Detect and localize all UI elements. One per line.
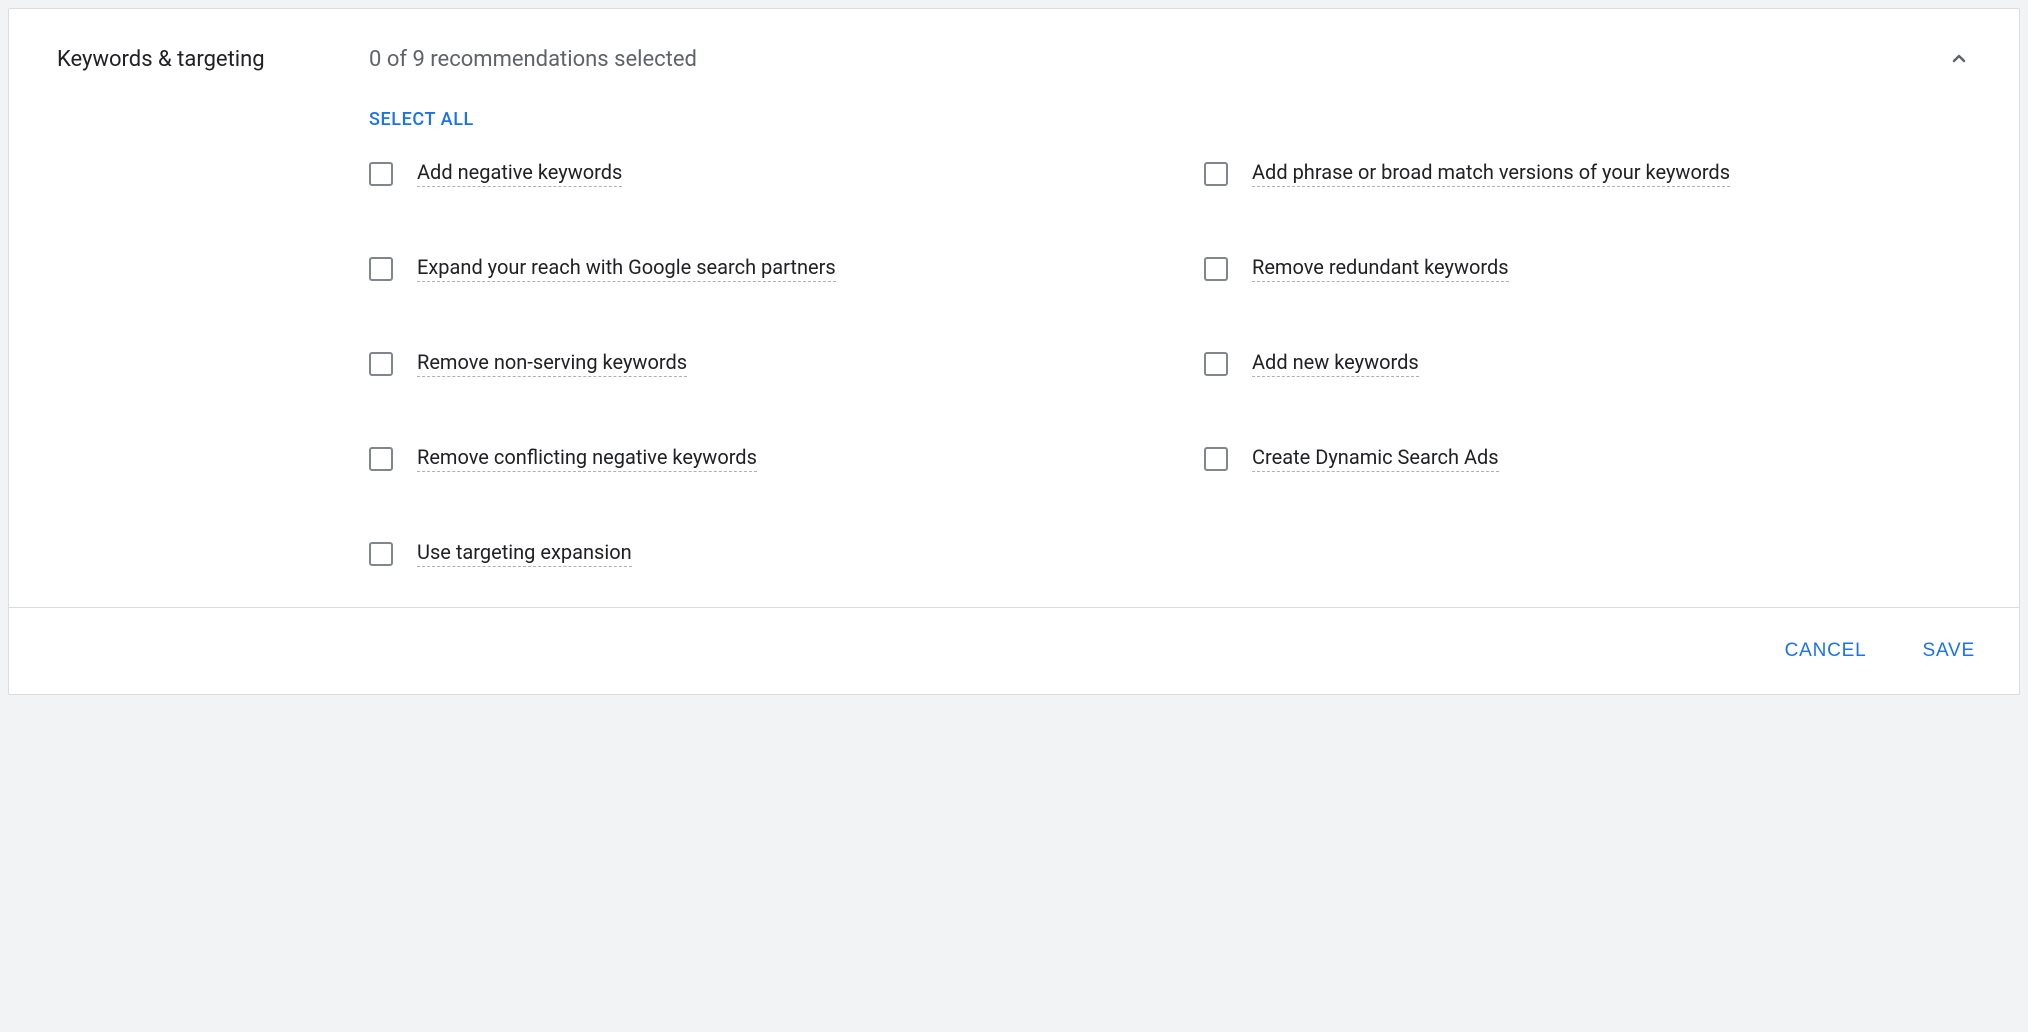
panel-header: Keywords & targeting 0 of 9 recommendati…	[9, 9, 2019, 99]
panel-footer: CANCEL SAVE	[9, 607, 2019, 694]
recommendation-item: Create Dynamic Search Ads	[1204, 445, 1979, 472]
recommendation-item: Expand your reach with Google search par…	[369, 255, 1144, 282]
recommendation-label[interactable]: Add new keywords	[1252, 350, 1419, 377]
recommendation-label[interactable]: Use targeting expansion	[417, 540, 632, 567]
section-title: Keywords & targeting	[57, 47, 369, 72]
recommendation-checkbox[interactable]	[1204, 352, 1228, 376]
recommendation-item: Use targeting expansion	[369, 540, 1144, 567]
selection-count-text: 0 of 9 recommendations selected	[369, 47, 1939, 72]
recommendation-label[interactable]: Remove conflicting negative keywords	[417, 445, 757, 472]
recommendation-checkbox[interactable]	[369, 352, 393, 376]
recommendation-checkbox[interactable]	[369, 447, 393, 471]
recommendation-label[interactable]: Expand your reach with Google search par…	[417, 255, 836, 282]
recommendation-checkbox[interactable]	[1204, 257, 1228, 281]
recommendation-checkbox[interactable]	[369, 257, 393, 281]
recommendation-item: Remove redundant keywords	[1204, 255, 1979, 282]
recommendation-item: Remove conflicting negative keywords	[369, 445, 1144, 472]
select-all-button[interactable]: SELECT ALL	[369, 99, 474, 160]
recommendation-checkbox[interactable]	[1204, 162, 1228, 186]
chevron-up-icon	[1947, 47, 1971, 71]
recommendation-label[interactable]: Create Dynamic Search Ads	[1252, 445, 1499, 472]
recommendation-label[interactable]: Remove redundant keywords	[1252, 255, 1509, 282]
recommendation-label[interactable]: Remove non-serving keywords	[417, 350, 687, 377]
recommendation-item: Remove non-serving keywords	[369, 350, 1144, 377]
recommendation-item: Add negative keywords	[369, 160, 1144, 187]
panel-content: SELECT ALL Add negative keywords Add phr…	[9, 99, 2019, 607]
cancel-button[interactable]: CANCEL	[1781, 632, 1871, 670]
recommendation-checkbox[interactable]	[369, 162, 393, 186]
recommendation-label[interactable]: Add negative keywords	[417, 160, 622, 187]
recommendation-label[interactable]: Add phrase or broad match versions of yo…	[1252, 160, 1730, 187]
collapse-button[interactable]	[1939, 39, 1979, 79]
recommendations-grid: Add negative keywords Add phrase or broa…	[369, 160, 1979, 567]
recommendation-item: Add phrase or broad match versions of yo…	[1204, 160, 1979, 187]
recommendations-panel: Keywords & targeting 0 of 9 recommendati…	[8, 8, 2020, 695]
recommendation-item: Add new keywords	[1204, 350, 1979, 377]
recommendation-checkbox[interactable]	[1204, 447, 1228, 471]
recommendation-checkbox[interactable]	[369, 542, 393, 566]
save-button[interactable]: SAVE	[1919, 632, 1979, 670]
